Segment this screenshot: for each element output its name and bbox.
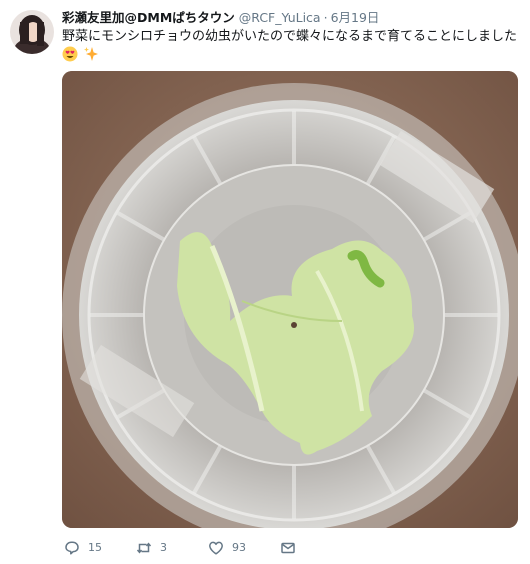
tweet[interactable]: 彩瀬友里加@DMMぱちタウン @RCF_YuLica · 6月19日 野菜にモンシロチ… [0, 0, 530, 564]
retweet-count: 3 [160, 541, 167, 554]
user-handle[interactable]: @RCF_YuLica [239, 10, 321, 25]
separator-dot: · [323, 10, 328, 25]
retweet-button[interactable]: 3 [136, 538, 167, 558]
like-count: 93 [232, 541, 246, 554]
sparkles-emoji-icon [83, 46, 99, 66]
retweet-icon [136, 540, 152, 556]
direct-message-button[interactable] [280, 538, 296, 558]
tweet-photo[interactable] [62, 71, 518, 528]
tweet-emojis [62, 46, 99, 62]
tweet-text: 野菜にモンシロチョウの幼虫がいたので蝶々になるまで育てることにしました [62, 29, 518, 44]
photo-caterpillar-in-container [62, 71, 518, 528]
display-name[interactable]: 彩瀬友里加@DMMぱちタウン [62, 10, 235, 25]
reply-count: 15 [88, 541, 102, 554]
tweet-header: 彩瀬友里加@DMMぱちタウン @RCF_YuLica · 6月19日 [62, 9, 379, 27]
reply-button[interactable]: 15 [64, 538, 102, 558]
heart-icon [208, 540, 224, 556]
envelope-icon [280, 540, 296, 556]
tweet-date[interactable]: 6月19日 [331, 10, 380, 25]
like-button[interactable]: 93 [208, 538, 246, 558]
heart-eyes-emoji-icon [62, 46, 78, 66]
avatar[interactable] [10, 10, 54, 54]
reply-icon [64, 540, 80, 556]
tweet-actions: 15 3 93 [62, 538, 362, 558]
